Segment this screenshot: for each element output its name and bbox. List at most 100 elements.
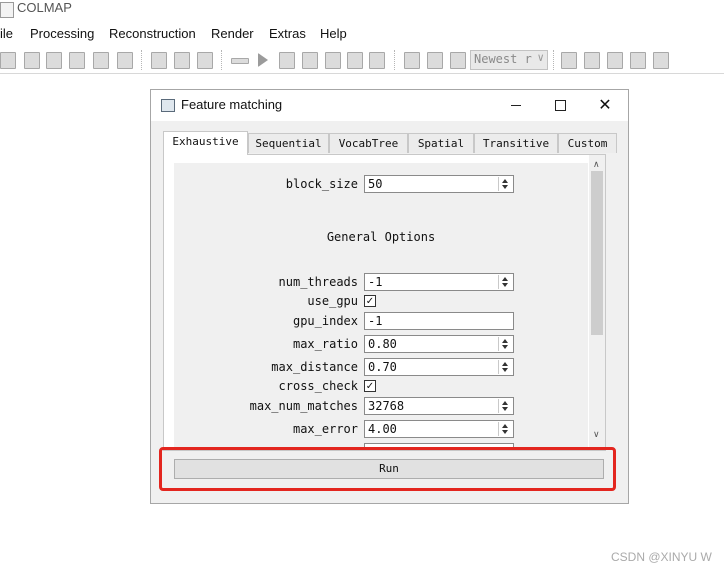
export-icon[interactable] bbox=[117, 52, 133, 69]
toolbar-separator bbox=[221, 50, 222, 70]
spin-arrows-icon[interactable] bbox=[498, 360, 512, 374]
film-icon[interactable] bbox=[653, 52, 669, 69]
spin-arrows-icon[interactable] bbox=[498, 399, 512, 413]
import-icon[interactable] bbox=[93, 52, 109, 69]
snapshot-icon[interactable] bbox=[404, 52, 420, 69]
new-project-icon[interactable] bbox=[0, 52, 16, 69]
menu-file[interactable]: ile bbox=[0, 26, 13, 41]
tab-exhaustive[interactable]: Exhaustive bbox=[163, 131, 248, 155]
reconstruction-selector-value: Newest r bbox=[474, 52, 532, 66]
max-error-value: 4.00 bbox=[368, 422, 397, 436]
dense-icon[interactable] bbox=[347, 52, 363, 69]
scroll-down-icon[interactable]: ∨ bbox=[593, 430, 600, 440]
menubar: ile Processing Reconstruction Render Ext… bbox=[0, 24, 724, 44]
block-size-field[interactable]: 50 bbox=[364, 175, 514, 193]
edit-project-icon[interactable] bbox=[46, 52, 62, 69]
toolbar-separator bbox=[394, 50, 395, 70]
tab-bar: Exhaustive Sequential VocabTree Spatial … bbox=[163, 131, 617, 155]
feature-matching-icon[interactable] bbox=[174, 52, 190, 69]
close-icon: ✕ bbox=[598, 95, 612, 114]
options-scroll-area[interactable]: block_size 50 General Options num_thread… bbox=[174, 163, 588, 448]
gpu-index-field[interactable]: -1 bbox=[364, 312, 514, 330]
max-distance-value: 0.70 bbox=[368, 360, 397, 374]
cross-check-checkbox[interactable]: ✓ bbox=[364, 380, 376, 392]
save-project-icon[interactable] bbox=[69, 52, 85, 69]
colors-icon[interactable] bbox=[427, 52, 443, 69]
cross-check-label: cross_check bbox=[278, 379, 358, 393]
spin-arrows-icon[interactable] bbox=[498, 337, 512, 351]
num-threads-label: num_threads bbox=[278, 275, 358, 289]
toolbar-separator bbox=[141, 50, 142, 70]
max-distance-field[interactable]: 0.70 bbox=[364, 358, 514, 376]
log-icon[interactable] bbox=[450, 52, 466, 69]
vertical-scrollbar[interactable]: ∧ ∨ bbox=[589, 155, 605, 450]
max-ratio-label: max_ratio bbox=[292, 337, 358, 351]
max-ratio-field[interactable]: 0.80 bbox=[364, 335, 514, 353]
qr-icon[interactable] bbox=[584, 52, 600, 69]
block-size-label: block_size bbox=[285, 177, 358, 191]
max-num-matches-field[interactable]: 32768 bbox=[364, 397, 514, 415]
maximize-button[interactable] bbox=[537, 90, 583, 121]
close-button[interactable]: ✕ bbox=[582, 90, 628, 121]
toolbar-separator bbox=[553, 50, 554, 70]
reconstruction-selector[interactable]: Newest r ∨ bbox=[470, 50, 548, 70]
general-options-heading: General Options bbox=[326, 230, 436, 244]
chart-icon[interactable] bbox=[607, 52, 623, 69]
tab-sequential[interactable]: Sequential bbox=[248, 133, 329, 153]
spin-arrows-icon[interactable] bbox=[498, 422, 512, 436]
menu-reconstruction[interactable]: Reconstruction bbox=[109, 26, 196, 41]
tab-spatial[interactable]: Spatial bbox=[408, 133, 474, 153]
play-icon[interactable] bbox=[258, 53, 268, 67]
tab-vocabtree[interactable]: VocabTree bbox=[329, 133, 408, 153]
grid-icon[interactable] bbox=[561, 52, 577, 69]
watermark: CSDN @XINYU W bbox=[611, 550, 712, 564]
scroll-up-icon[interactable]: ∧ bbox=[593, 160, 600, 170]
spin-arrows-icon[interactable] bbox=[498, 177, 512, 191]
run-button[interactable]: Run bbox=[174, 459, 604, 479]
tab-custom[interactable]: Custom bbox=[558, 133, 617, 153]
menu-render[interactable]: Render bbox=[211, 26, 254, 41]
dialog-title: Feature matching bbox=[181, 97, 283, 112]
confidence-field[interactable] bbox=[364, 443, 514, 448]
feature-matching-dialog: Feature matching ✕ Exhaustive Sequential… bbox=[150, 89, 629, 504]
menu-help[interactable]: Help bbox=[320, 26, 347, 41]
scrollbar-thumb[interactable] bbox=[591, 171, 603, 335]
max-ratio-value: 0.80 bbox=[368, 337, 397, 351]
block-size-value: 50 bbox=[368, 177, 383, 191]
use-gpu-label: use_gpu bbox=[307, 294, 358, 308]
minimize-icon bbox=[511, 105, 521, 106]
window-icon bbox=[161, 99, 175, 112]
window-icon[interactable] bbox=[630, 52, 646, 69]
gpu-index-value: -1 bbox=[368, 314, 383, 328]
use-gpu-checkbox[interactable]: ✓ bbox=[364, 295, 376, 307]
menu-processing[interactable]: Processing bbox=[30, 26, 94, 41]
maximize-icon bbox=[555, 100, 566, 111]
toolbar: Newest r ∨ bbox=[0, 47, 724, 74]
bundle-adjustment-icon[interactable] bbox=[325, 52, 341, 69]
render-options-icon[interactable] bbox=[369, 52, 385, 69]
pause-icon[interactable] bbox=[302, 52, 318, 69]
open-project-icon[interactable] bbox=[24, 52, 40, 69]
max-num-matches-label: max_num_matches bbox=[249, 399, 358, 413]
max-distance-label: max_distance bbox=[271, 360, 358, 374]
feature-extraction-icon[interactable] bbox=[151, 52, 167, 69]
max-error-label: max_error bbox=[292, 422, 358, 436]
auto-reconstruction-icon[interactable] bbox=[231, 58, 249, 64]
spin-arrows-icon[interactable] bbox=[498, 275, 512, 289]
max-error-field[interactable]: 4.00 bbox=[364, 420, 514, 438]
minimize-button[interactable] bbox=[493, 90, 539, 121]
tab-panel-exhaustive: block_size 50 General Options num_thread… bbox=[163, 154, 606, 451]
gpu-index-label: gpu_index bbox=[292, 314, 358, 328]
num-threads-field[interactable]: -1 bbox=[364, 273, 514, 291]
max-num-matches-value: 32768 bbox=[368, 399, 405, 413]
step-icon[interactable] bbox=[279, 52, 295, 69]
database-icon[interactable] bbox=[197, 52, 213, 69]
num-threads-value: -1 bbox=[368, 275, 383, 289]
menu-extras[interactable]: Extras bbox=[269, 26, 306, 41]
app-title: COLMAP bbox=[17, 0, 72, 15]
dialog-titlebar: Feature matching ✕ bbox=[151, 90, 628, 121]
app-titlebar: COLMAP bbox=[0, 0, 724, 22]
tab-transitive[interactable]: Transitive bbox=[474, 133, 558, 153]
chevron-down-icon: ∨ bbox=[537, 51, 544, 64]
app-icon bbox=[0, 2, 14, 18]
